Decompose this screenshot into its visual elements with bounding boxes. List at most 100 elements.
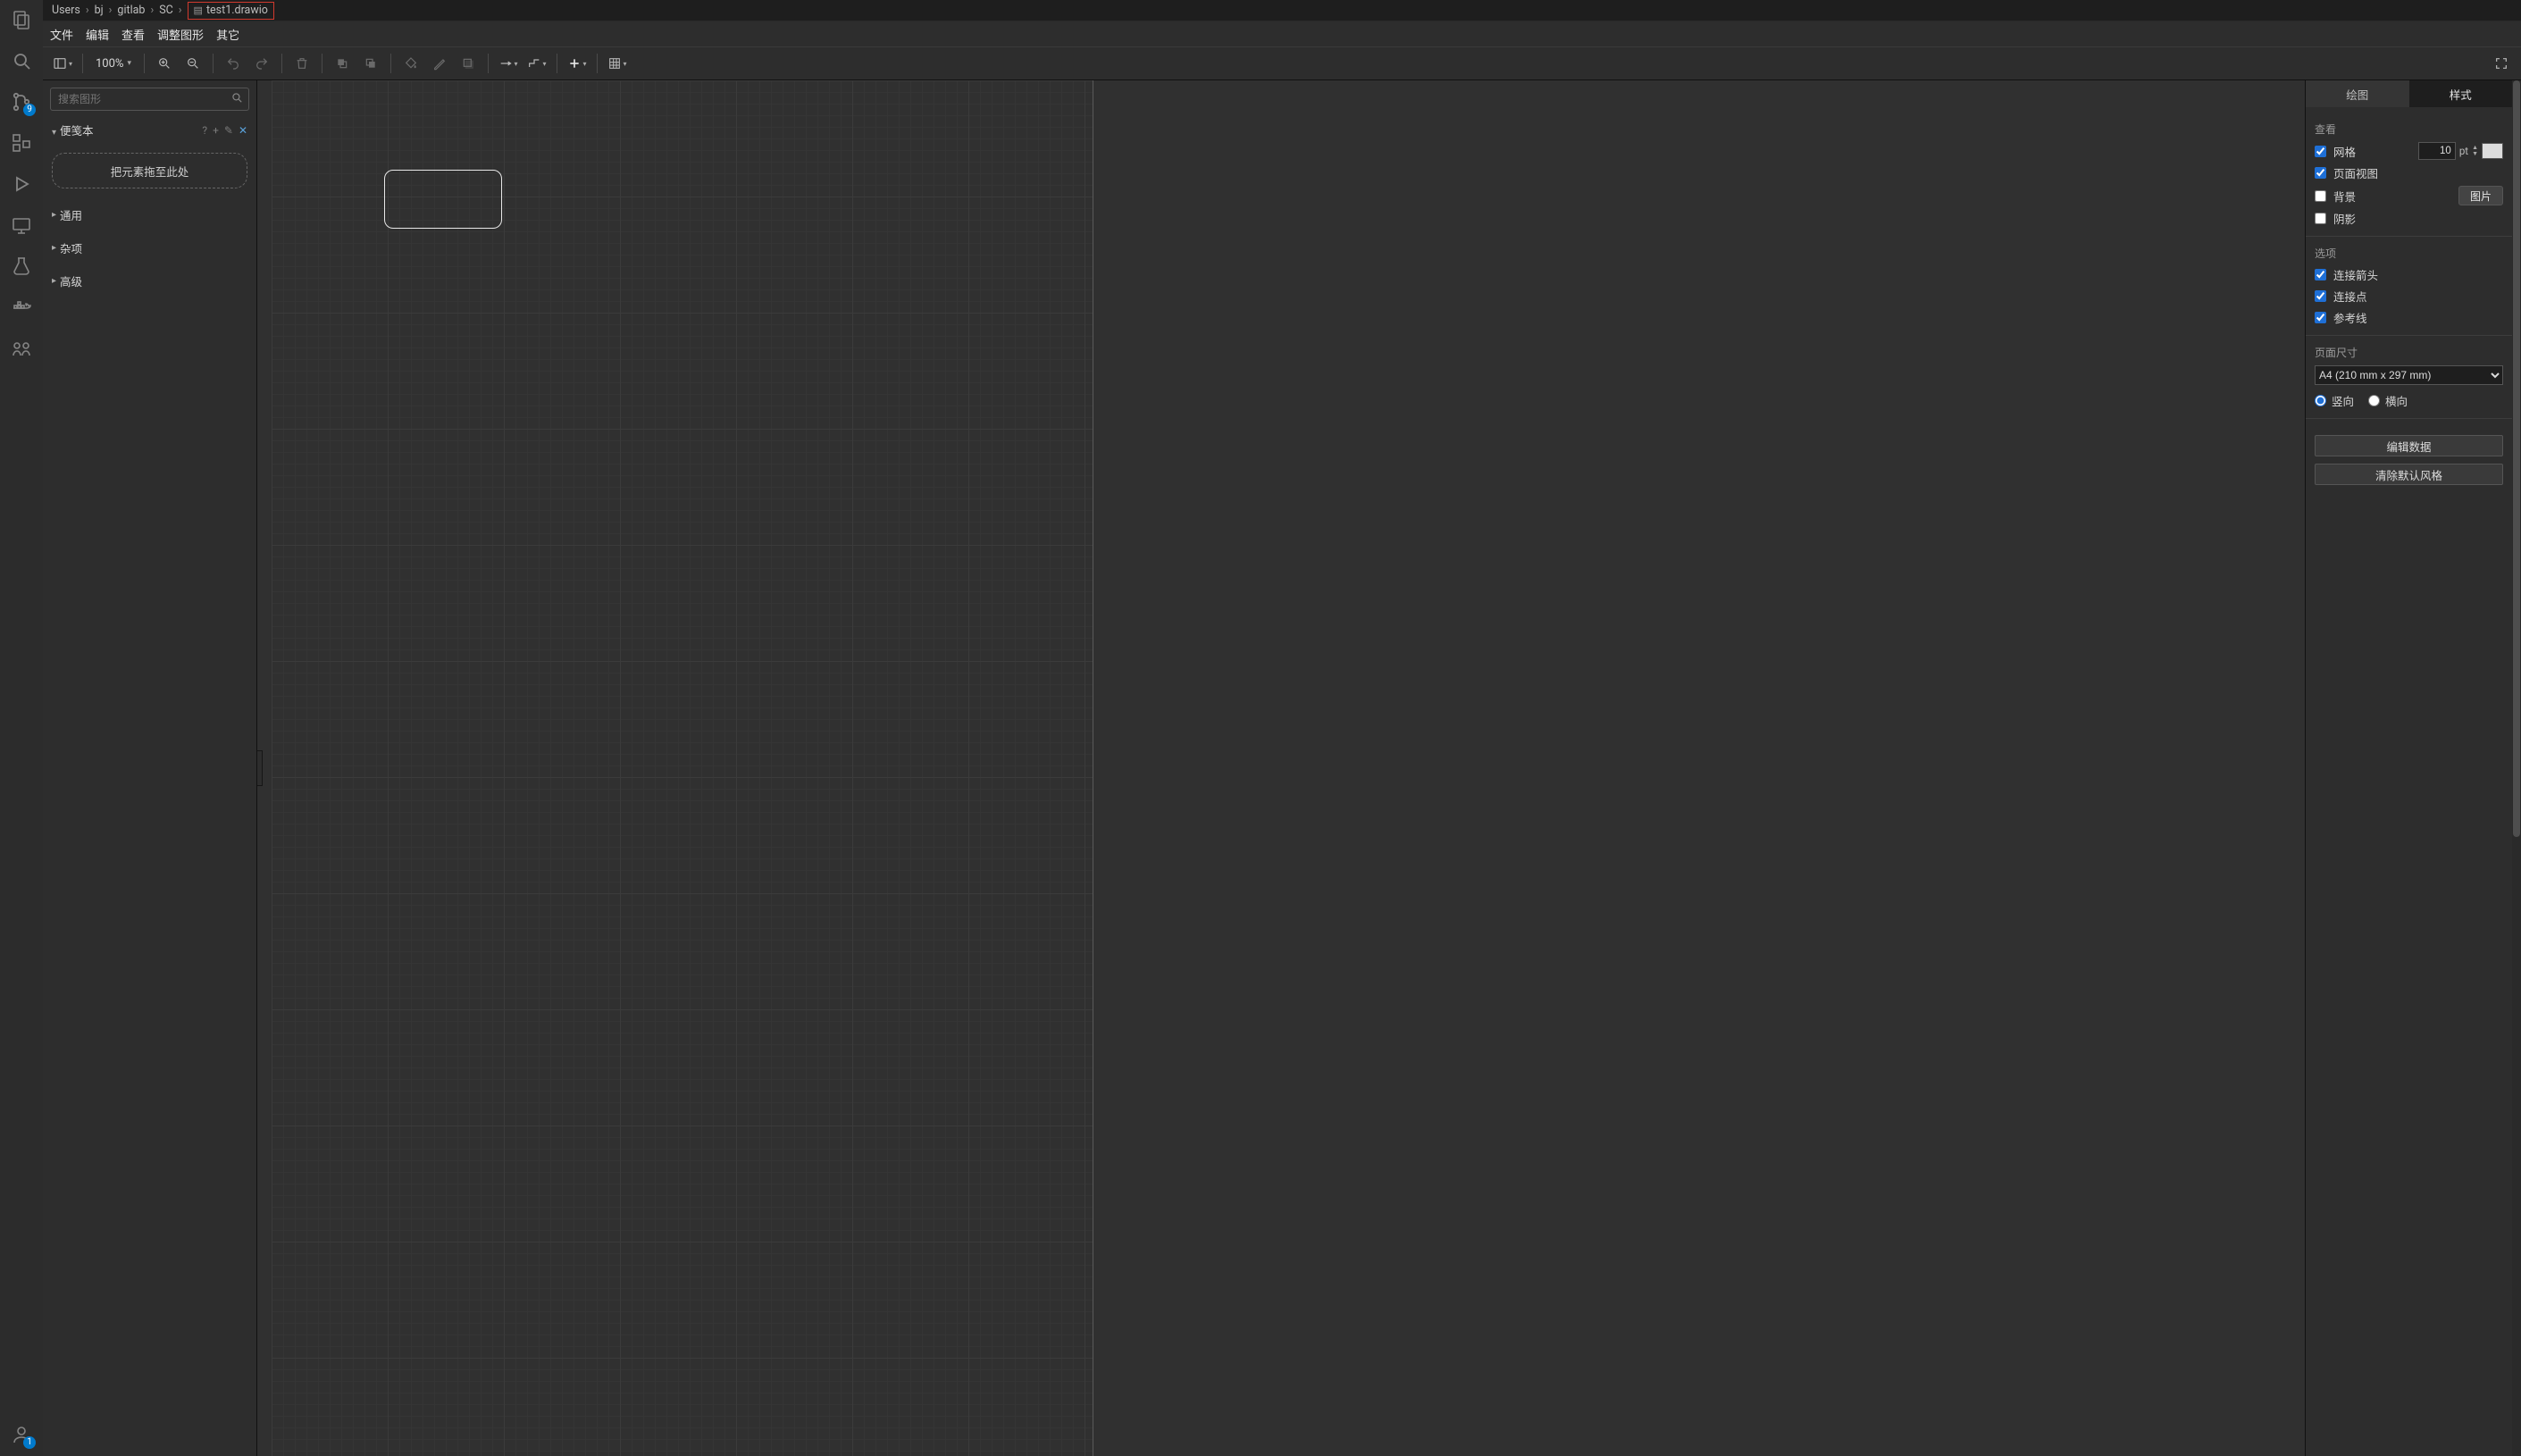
live-share-icon[interactable] xyxy=(9,336,34,361)
guides-checkbox[interactable] xyxy=(2315,312,2326,323)
format-tabs: 绘图 样式 xyxy=(2306,80,2512,107)
portrait-radio-label[interactable]: 竖向 xyxy=(2315,392,2354,409)
scratchpad-header[interactable]: 便笺本 ? + ✎ ✕ xyxy=(50,116,249,144)
canvas[interactable] xyxy=(257,80,2305,1456)
tab-style[interactable]: 样式 xyxy=(2409,80,2513,107)
chevron-right-icon: › xyxy=(150,4,154,17)
tab-diagram[interactable]: 绘图 xyxy=(2306,80,2409,107)
redo-button[interactable] xyxy=(249,51,274,76)
remote-icon[interactable] xyxy=(9,213,34,238)
guides-label: 参考线 xyxy=(2333,309,2367,326)
menu-file[interactable]: 文件 xyxy=(50,26,73,43)
source-control-icon[interactable]: 9 xyxy=(9,89,34,114)
help-icon[interactable]: ? xyxy=(202,124,207,137)
shadow-label: 阴影 xyxy=(2333,210,2356,227)
waypoints-button[interactable]: ▾ xyxy=(524,51,549,76)
grid-unit: pt xyxy=(2459,145,2468,157)
connection-button[interactable]: ▾ xyxy=(496,51,521,76)
grid-checkbox[interactable] xyxy=(2315,146,2326,157)
to-back-button[interactable] xyxy=(358,51,383,76)
shapes-panel: 便笺本 ? + ✎ ✕ 把元素拖至此处 通用 杂项 高级 xyxy=(43,80,257,1456)
explorer-icon[interactable] xyxy=(9,7,34,32)
group-options-title: 选项 xyxy=(2315,246,2503,261)
zoom-select[interactable]: 100% ▾ xyxy=(90,57,137,71)
menu-other[interactable]: 其它 xyxy=(216,26,239,43)
background-image-button[interactable]: 图片 xyxy=(2458,186,2503,205)
category-misc[interactable]: 杂项 xyxy=(50,234,249,262)
workspace: 便笺本 ? + ✎ ✕ 把元素拖至此处 通用 杂项 高级 xyxy=(43,80,2521,1456)
menu-view[interactable]: 查看 xyxy=(121,26,145,43)
conn-arrows-label: 连接箭头 xyxy=(2333,266,2378,283)
chevron-down-icon: ▾ xyxy=(623,60,626,68)
menu-edit[interactable]: 编辑 xyxy=(86,26,109,43)
page-view-label: 页面视图 xyxy=(2333,164,2378,181)
category-general[interactable]: 通用 xyxy=(50,201,249,229)
run-debug-icon[interactable] xyxy=(9,172,34,197)
close-icon[interactable]: ✕ xyxy=(239,124,247,137)
fullscreen-button[interactable] xyxy=(2489,51,2514,76)
shadow-button[interactable] xyxy=(456,51,481,76)
search-icon[interactable] xyxy=(230,91,243,107)
zoom-out-button[interactable] xyxy=(180,51,205,76)
scm-badge: 9 xyxy=(23,104,36,116)
conn-arrows-checkbox[interactable] xyxy=(2315,269,2326,280)
shape-search[interactable] xyxy=(50,88,249,111)
to-front-button[interactable] xyxy=(330,51,355,76)
undo-button[interactable] xyxy=(221,51,246,76)
conn-points-label: 连接点 xyxy=(2333,288,2367,305)
add-icon[interactable]: + xyxy=(213,124,219,137)
edit-data-button[interactable]: 编辑数据 xyxy=(2315,435,2503,456)
extensions-icon[interactable] xyxy=(9,130,34,155)
line-color-button[interactable] xyxy=(427,51,452,76)
landscape-radio-label[interactable]: 横向 xyxy=(2368,392,2408,409)
breadcrumb-part[interactable]: bj xyxy=(95,4,104,17)
shadow-checkbox[interactable] xyxy=(2315,213,2326,224)
accounts-badge: 1 xyxy=(23,1436,36,1449)
testing-icon[interactable] xyxy=(9,254,34,279)
menu-adjust-shape[interactable]: 调整图形 xyxy=(157,26,204,43)
delete-button[interactable] xyxy=(289,51,314,76)
rounded-rectangle-shape[interactable] xyxy=(384,170,502,229)
chevron-down-icon: ▾ xyxy=(69,60,72,68)
background-label: 背景 xyxy=(2333,188,2356,205)
format-panel: 绘图 样式 查看 网格 pt ▲ ▼ xyxy=(2305,80,2512,1456)
page-size-select[interactable]: A4 (210 mm x 297 mm) xyxy=(2315,365,2503,385)
shape-search-input[interactable] xyxy=(51,93,248,105)
splitter-handle[interactable] xyxy=(257,750,263,786)
insert-button[interactable]: ▾ xyxy=(565,51,590,76)
stepper-down-icon[interactable]: ▼ xyxy=(2472,151,2478,157)
format-scrollbar[interactable] xyxy=(2512,80,2521,1456)
grid-size-input[interactable] xyxy=(2418,142,2456,160)
chevron-down-icon: ▾ xyxy=(127,59,131,68)
menubar: 文件 编辑 查看 调整图形 其它 xyxy=(43,21,2521,46)
search-icon[interactable] xyxy=(9,48,34,73)
toggle-sidebar-button[interactable]: ▾ xyxy=(50,51,75,76)
grid-label: 网格 xyxy=(2333,143,2356,160)
breadcrumb: Users› bj› gitlab› SC› ▤ test1.drawio xyxy=(43,0,2521,21)
table-button[interactable]: ▾ xyxy=(605,51,630,76)
scrollbar-thumb[interactable] xyxy=(2513,80,2520,837)
grid-color-swatch[interactable] xyxy=(2482,143,2503,159)
zoom-in-button[interactable] xyxy=(152,51,177,76)
breadcrumb-part[interactable]: Users xyxy=(52,4,80,17)
breadcrumb-part[interactable]: SC xyxy=(159,4,173,17)
fill-color-button[interactable] xyxy=(398,51,423,76)
page-view-checkbox[interactable] xyxy=(2315,167,2326,179)
chevron-right-icon: › xyxy=(109,4,113,17)
scratchpad-dropzone[interactable]: 把元素拖至此处 xyxy=(52,153,247,188)
accounts-icon[interactable]: 1 xyxy=(9,1422,34,1447)
landscape-radio[interactable] xyxy=(2368,395,2380,406)
format-body: 查看 网格 pt ▲ ▼ 页面视图 xyxy=(2306,107,2512,494)
breadcrumb-part[interactable]: gitlab xyxy=(117,4,145,17)
edit-icon[interactable]: ✎ xyxy=(224,124,233,137)
chevron-right-icon: › xyxy=(179,4,182,17)
clear-default-style-button[interactable]: 清除默认风格 xyxy=(2315,464,2503,485)
diagram-page[interactable] xyxy=(272,80,1093,1456)
background-checkbox[interactable] xyxy=(2315,190,2326,202)
breadcrumb-file[interactable]: ▤ test1.drawio xyxy=(188,2,274,20)
chevron-down-icon: ▾ xyxy=(582,60,586,68)
conn-points-checkbox[interactable] xyxy=(2315,290,2326,302)
docker-icon[interactable] xyxy=(9,295,34,320)
portrait-radio[interactable] xyxy=(2315,395,2326,406)
category-advanced[interactable]: 高级 xyxy=(50,267,249,295)
